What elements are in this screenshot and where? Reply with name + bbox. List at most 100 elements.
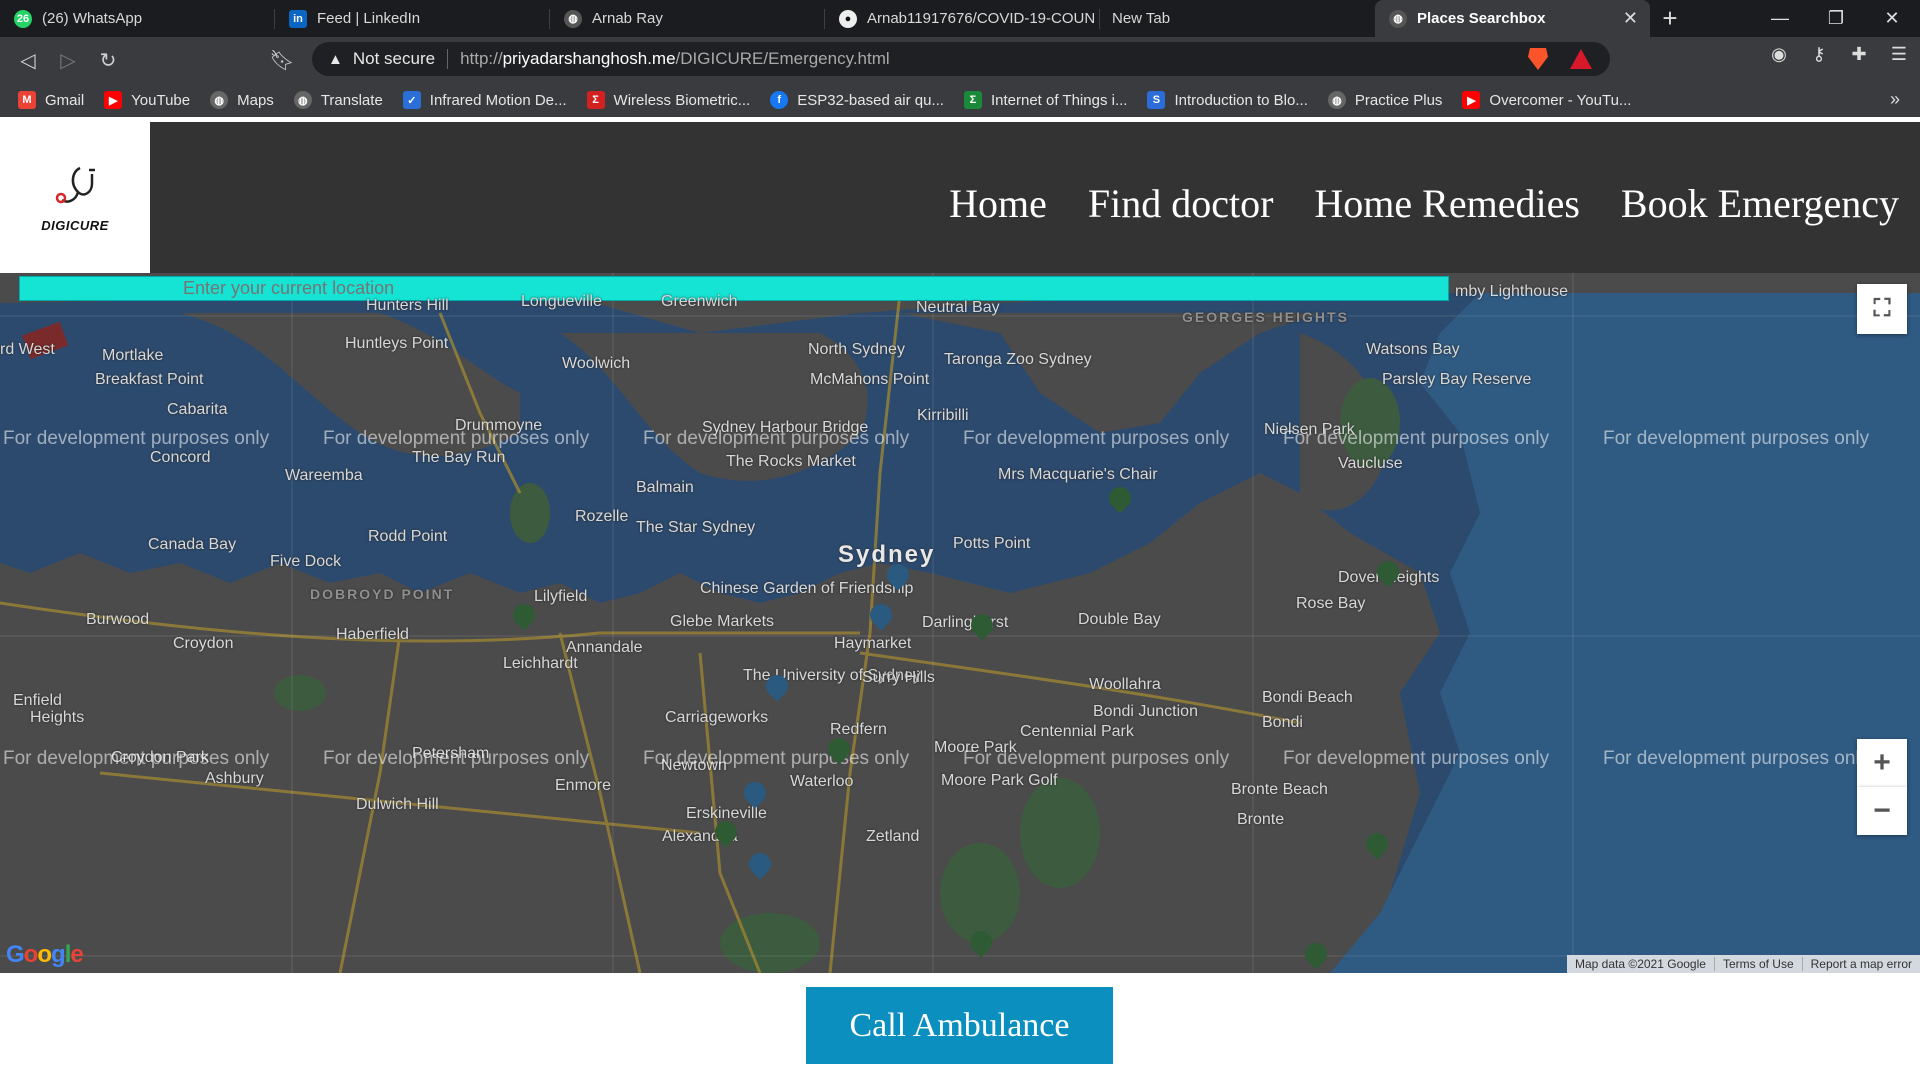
google-map[interactable]: Hunters Hill Longueville Greenwich Neutral … — [0, 273, 1920, 973]
nav-home-remedies[interactable]: Home Remedies — [1314, 180, 1580, 227]
logo-text: DIGICURE — [41, 218, 109, 233]
place-label: Leichhardt — [503, 655, 578, 672]
page-content: DIGICURE Home Find doctor Home Remedies … — [0, 122, 1920, 1080]
dev-watermark: For development purposes only — [963, 428, 1230, 449]
tab-arnab-ray[interactable]: ◍ Arnab Ray — [550, 0, 825, 37]
place-label: DOBROYD POINT — [310, 586, 455, 602]
place-label: Carriageworks — [665, 709, 769, 726]
dev-watermark: For development purposes only — [1283, 748, 1550, 769]
place-label: Balmain — [636, 479, 694, 496]
place-label: Kirribilli — [917, 407, 969, 424]
google-logo: Google — [6, 941, 84, 968]
dev-watermark: For development purposes only — [643, 748, 910, 769]
report-map-error-link[interactable]: Report a map error — [1801, 957, 1920, 971]
place-label: Burwood — [86, 611, 150, 628]
window-controls: — ❐ ✕ — [1752, 0, 1920, 37]
brave-rewards-icon[interactable] — [1570, 49, 1592, 69]
bookmark-item[interactable]: ✓ Infrared Motion De... — [402, 91, 567, 109]
forward-icon[interactable]: ▷ — [48, 40, 88, 80]
youtube-icon: ▶ — [1462, 91, 1481, 109]
place-label: The Rocks Market — [726, 453, 856, 470]
address-bar[interactable]: ▲ Not secure http:// priyadarshanghosh.m… — [312, 42, 1610, 76]
place-label: Zetland — [866, 828, 920, 845]
place-label: Enfield — [13, 692, 62, 709]
globe-icon: ◍ — [1327, 91, 1346, 109]
bookmark-item[interactable]: ◍ Translate — [293, 91, 383, 109]
place-label: Parsley Bay Reserve — [1382, 371, 1532, 388]
brave-shields-icon[interactable] — [1528, 48, 1548, 70]
place-label: Redfern — [830, 721, 887, 738]
key-icon[interactable]: ⚷ — [1808, 43, 1830, 65]
site-header: DIGICURE Home Find doctor Home Remedies … — [0, 122, 1920, 273]
map-data-credit: Map data ©2021 Google — [1575, 957, 1706, 971]
close-window-icon[interactable]: ✕ — [1864, 0, 1920, 37]
close-tab-icon[interactable]: ✕ — [1623, 8, 1638, 29]
browser-toolbar: ◁ ▷ ↻ 🔖︎ ▲ Not secure http:// priyadarsh… — [0, 37, 1920, 83]
more-bookmarks-icon[interactable]: » — [1890, 89, 1900, 110]
place-label: Heights — [30, 709, 85, 726]
warning-icon[interactable]: ▲ — [328, 51, 343, 68]
facebook-icon: f — [770, 91, 789, 109]
dev-watermark: For development purposes only — [1603, 428, 1870, 449]
bookmark-item[interactable]: S Introduction to Blo... — [1147, 91, 1308, 109]
bookmark-item[interactable]: ▶ YouTube — [104, 91, 190, 109]
nav-book-emergency[interactable]: Book Emergency — [1621, 180, 1899, 227]
place-label: Breakfast Point — [95, 371, 204, 388]
place-label: Haymarket — [834, 635, 912, 652]
tab-linkedin[interactable]: in Feed | LinkedIn — [275, 0, 550, 37]
place-label: Centennial Park — [1020, 723, 1134, 740]
terms-of-use-link[interactable]: Terms of Use — [1713, 957, 1802, 971]
place-label: Huntleys Point — [345, 335, 449, 352]
dev-watermark: For development purposes only — [1283, 428, 1550, 449]
tab-whatsapp[interactable]: 26 (26) WhatsApp — [0, 0, 275, 37]
nav-find-doctor[interactable]: Find doctor — [1088, 180, 1274, 227]
place-label: Watsons Bay — [1366, 341, 1460, 358]
zoom-in-icon[interactable]: + — [1857, 739, 1907, 787]
place-label: Dulwich Hill — [356, 796, 439, 813]
nav-home[interactable]: Home — [949, 180, 1047, 227]
github-icon: ● — [839, 9, 857, 28]
reload-icon[interactable]: ↻ — [88, 40, 128, 80]
tab-title: Arnab11917676/COVID-19-COUN — [867, 10, 1096, 27]
place-label: Surry Hills — [862, 669, 935, 686]
new-tab-plus-icon[interactable]: + — [1650, 0, 1690, 37]
bookmark-item[interactable]: Σ Wireless Biometric... — [586, 91, 750, 109]
restore-icon[interactable]: ❐ — [1808, 0, 1864, 37]
bookmark-item[interactable]: ◍ Practice Plus — [1327, 91, 1442, 109]
site-logo[interactable]: DIGICURE — [0, 122, 150, 273]
tab-title: (26) WhatsApp — [42, 10, 143, 27]
tab-places-searchbox[interactable]: ◍ Places Searchbox ✕ — [1375, 0, 1650, 37]
menu-icon[interactable]: ☰ — [1888, 43, 1910, 65]
place-label: Bronte Beach — [1231, 781, 1328, 798]
place-label: Taronga Zoo Sydney — [944, 351, 1092, 368]
place-label: Hunters Hill — [366, 297, 449, 314]
extensions-puzzle-icon[interactable]: ✚ — [1848, 43, 1870, 65]
call-ambulance-button[interactable]: Call Ambulance — [806, 987, 1113, 1064]
vpn-icon[interactable]: ◉ — [1768, 43, 1790, 65]
place-label: Sydney — [838, 541, 936, 568]
bookmark-item[interactable]: M Gmail — [18, 91, 84, 109]
tab-github[interactable]: ● Arnab11917676/COVID-19-COUN — [825, 0, 1100, 37]
place-label: Chinese Garden of Friendship — [700, 580, 914, 597]
place-label: Enmore — [555, 777, 612, 794]
bookmark-icon[interactable]: 🔖︎ — [262, 40, 302, 80]
globe-icon: ◍ — [293, 91, 312, 109]
dev-watermark: For development purposes only — [1603, 748, 1870, 769]
tab-new-tab[interactable]: New Tab — [1100, 0, 1375, 37]
security-status[interactable]: Not secure — [353, 49, 435, 69]
bookmark-item[interactable]: f ESP32-based air qu... — [770, 91, 944, 109]
bookmark-item[interactable]: ▶ Overcomer - YouTu... — [1462, 91, 1631, 109]
bookmark-item[interactable]: ◍ Maps — [210, 91, 274, 109]
sigma-icon: Σ — [586, 91, 605, 109]
back-icon[interactable]: ◁ — [8, 40, 48, 80]
minimize-icon[interactable]: — — [1752, 0, 1808, 37]
zoom-out-icon[interactable]: − — [1857, 787, 1907, 835]
place-label: Canada Bay — [148, 536, 237, 553]
place-label: Glebe Markets — [670, 613, 775, 630]
bookmark-item[interactable]: Σ Internet of Things i... — [963, 91, 1127, 109]
place-label: The Bay Run — [412, 449, 506, 466]
url-host: priyadarshanghosh.me — [502, 49, 676, 68]
fullscreen-icon[interactable]: ⛶ — [1857, 284, 1907, 334]
dev-watermark: For development purposes only — [323, 748, 590, 769]
linkedin-icon: in — [289, 9, 307, 28]
